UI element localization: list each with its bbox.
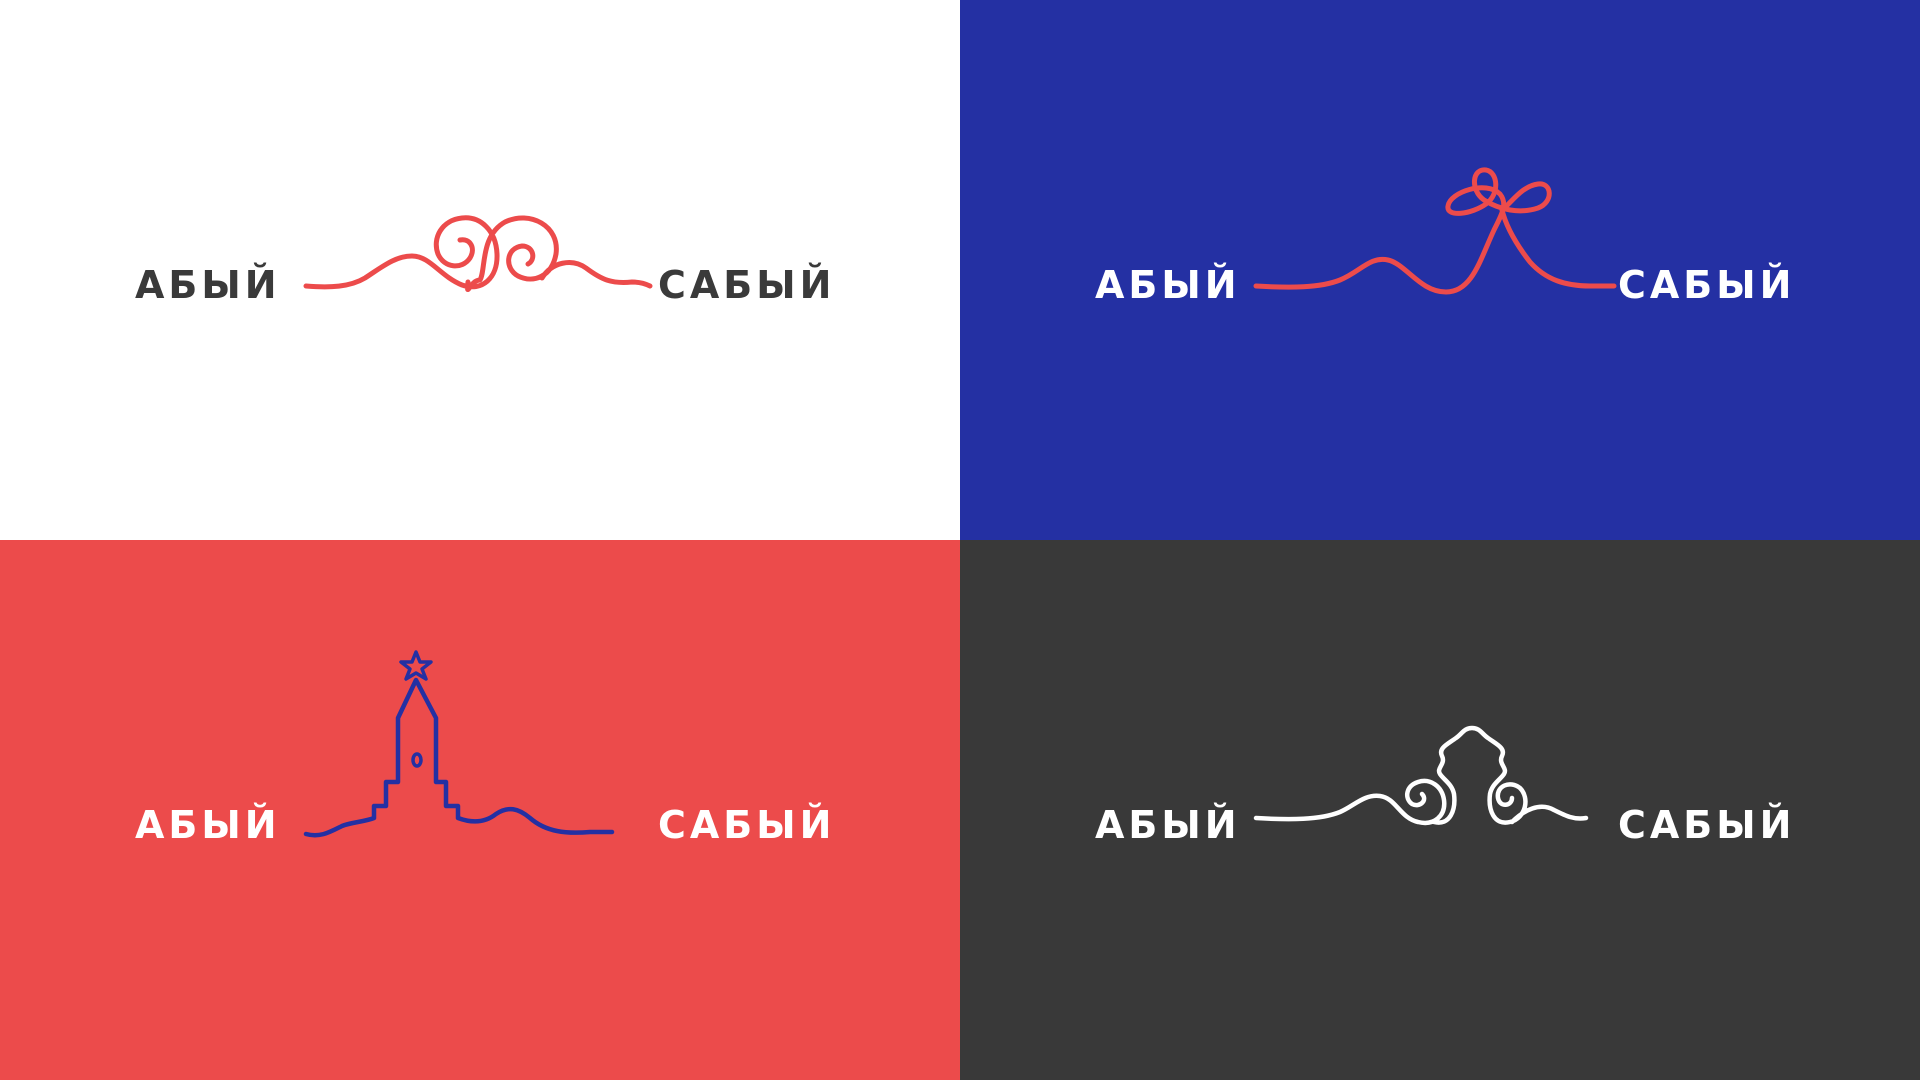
- chak-chak-icon: [1253, 725, 1589, 826]
- logo-right-word: САБЫЙ: [1618, 263, 1796, 307]
- chak-chak-line: [1253, 725, 1589, 826]
- panel-white: АБЫЙ САБЫЙ: [0, 0, 960, 540]
- panel-blue: АБЫЙ САБЫЙ: [960, 0, 1920, 540]
- double-spiral-icon: [303, 215, 653, 292]
- tower-window: [411, 752, 423, 768]
- panel-red: АБЫЙ САБЫЙ: [0, 540, 960, 1080]
- knot-bow-icon: [1253, 167, 1617, 295]
- logo-left-word: АБЫЙ: [1095, 263, 1241, 307]
- knot-bow-line: [1253, 167, 1617, 295]
- logo-right-word: САБЫЙ: [1618, 803, 1796, 847]
- logo-variants-grid: АБЫЙ САБЫЙ АБЫЙ САБЫЙ АБЫЙ САБЫЙ АБЫЙ СА…: [0, 0, 1920, 1080]
- kremlin-tower-icon: [303, 650, 615, 838]
- star-icon: [399, 650, 433, 681]
- logo-right-word: САБЫЙ: [658, 263, 836, 307]
- double-spiral-line: [303, 215, 653, 292]
- logo-right-word: САБЫЙ: [658, 803, 836, 847]
- logo-left-word: АБЫЙ: [135, 263, 281, 307]
- logo-left-word: АБЫЙ: [1095, 803, 1241, 847]
- logo-left-word: АБЫЙ: [135, 803, 281, 847]
- kremlin-tower-line: [303, 677, 615, 838]
- panel-dark: АБЫЙ САБЫЙ: [960, 540, 1920, 1080]
